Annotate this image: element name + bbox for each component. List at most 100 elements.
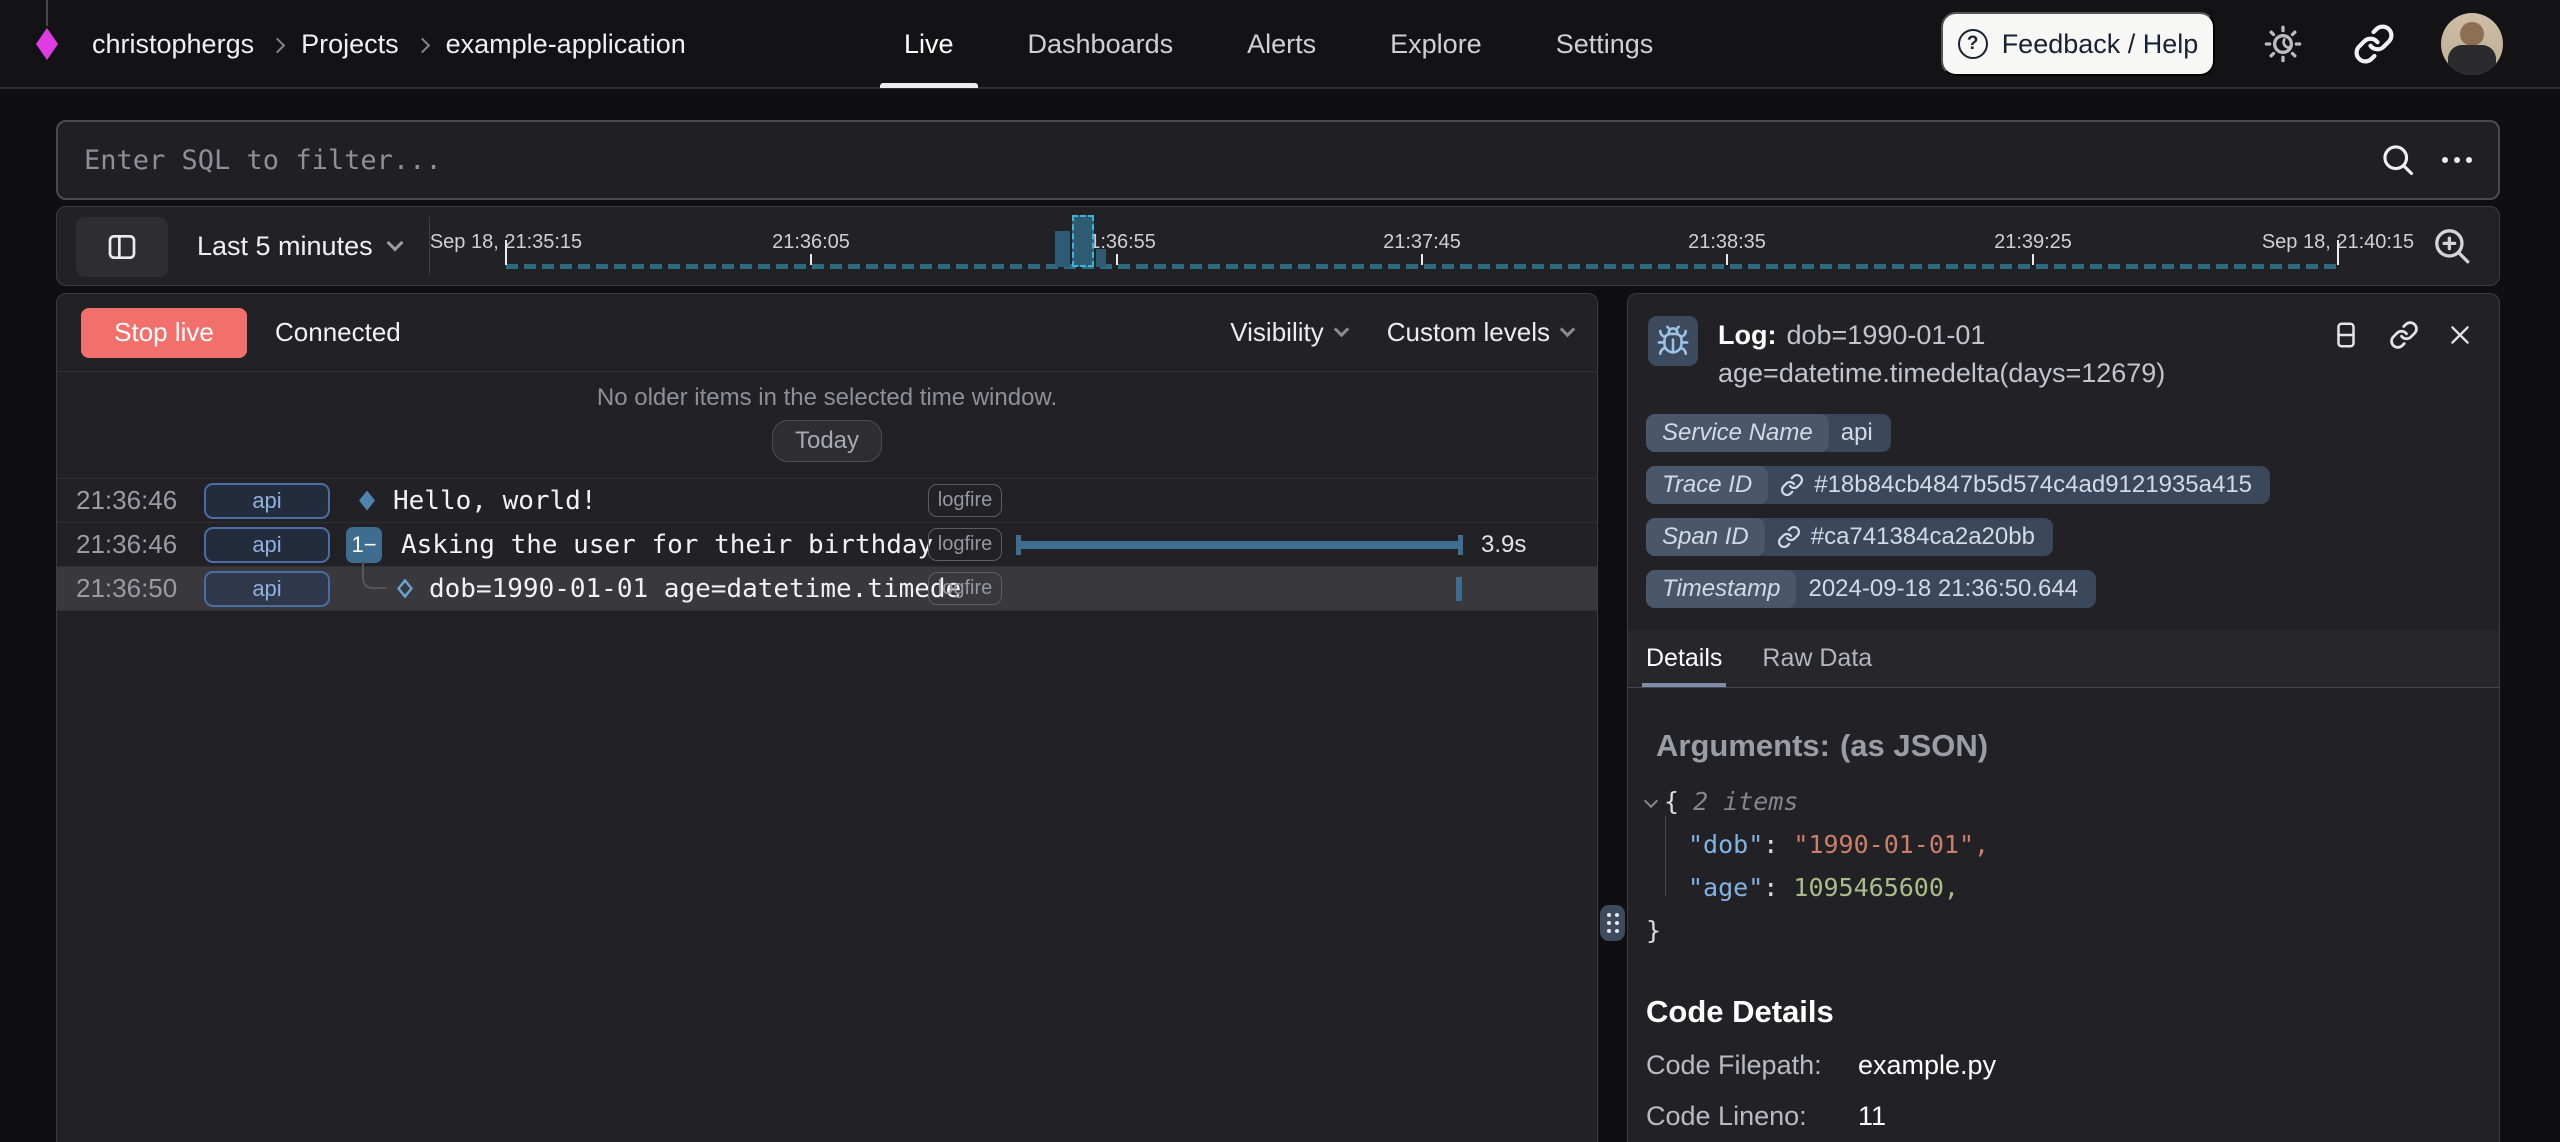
time-range-label: Last 5 minutes: [197, 231, 373, 262]
attr-label: Timestamp: [1646, 570, 1796, 608]
code-lineno-row: Code Lineno: 11: [1628, 1081, 2499, 1132]
log-message: Hello, world!: [393, 486, 597, 516]
histogram-bar[interactable]: [1055, 231, 1070, 267]
sql-filter-input[interactable]: [58, 145, 2380, 176]
search-icon[interactable]: [2380, 142, 2416, 178]
avatar-head: [2460, 22, 2484, 46]
link-icon: [1777, 525, 1801, 549]
visibility-dropdown[interactable]: Visibility: [1230, 317, 1346, 348]
timestamp-pill[interactable]: Timestamp 2024-09-18 21:36:50.644: [1646, 570, 2096, 608]
attr-value: #ca741384ca2a20bb: [1765, 523, 2053, 551]
duration-tick: [1456, 577, 1462, 601]
tab-settings[interactable]: Settings: [1556, 0, 1654, 88]
link-icon: [1780, 473, 1804, 497]
json-entry: "age": 1095465600,: [1646, 866, 2499, 909]
more-options-icon[interactable]: [2442, 157, 2472, 163]
attr-value: #18b84cb4847b5d574c4ad9121935a415: [1768, 471, 2270, 499]
feedback-help-button[interactable]: ? Feedback / Help: [1941, 12, 2215, 76]
visibility-label: Visibility: [1230, 317, 1323, 348]
json-indent-guide: [1665, 816, 1666, 896]
service-badge[interactable]: api: [204, 527, 330, 563]
code-lineno-label: Code Lineno:: [1646, 1101, 1858, 1132]
log-diamond-icon: [397, 579, 413, 599]
breadcrumb-projects[interactable]: Projects: [301, 29, 399, 60]
log-row[interactable]: 21:36:46 api Hello, world! logfire: [57, 479, 1597, 523]
json-open-line[interactable]: {2 items: [1646, 780, 2499, 823]
breadcrumb-project-name[interactable]: example-application: [446, 29, 686, 60]
tab-alerts[interactable]: Alerts: [1247, 0, 1316, 88]
collapse-caret-icon[interactable]: [1644, 794, 1658, 808]
code-details-heading: Code Details: [1628, 952, 2499, 1030]
nav-tabs: Live Dashboards Alerts Explore Settings: [904, 0, 1653, 88]
code-filepath-label: Code Filepath:: [1646, 1050, 1858, 1081]
service-badge[interactable]: api: [204, 483, 330, 519]
timeline-tick-label: 21:36:05: [772, 231, 850, 254]
breadcrumb-org[interactable]: christophergs: [92, 29, 254, 60]
top-nav: christophergs Projects example-applicati…: [0, 0, 2560, 89]
tab-raw-data[interactable]: Raw Data: [1762, 644, 1872, 687]
tab-live[interactable]: Live: [904, 0, 954, 88]
attr-value: 2024-09-18 21:36:50.644: [1796, 575, 2096, 603]
sql-filter-bar: [56, 120, 2500, 200]
logfire-logo-icon[interactable]: [36, 28, 58, 60]
timeline-tick-label: 21:39:25: [1994, 231, 2072, 254]
breadcrumb-separator-icon: [414, 37, 430, 53]
share-link-icon[interactable]: [2352, 22, 2396, 66]
split-panel-icon[interactable]: [2331, 320, 2361, 350]
code-filepath-row: Code Filepath: example.py: [1628, 1030, 2499, 1081]
attr-label: Span ID: [1646, 518, 1765, 556]
question-circle-icon: ?: [1958, 29, 1988, 59]
details-header: Log:dob=1990-01-01 age=datetime.timedelt…: [1628, 294, 2499, 392]
histogram-bar-selected[interactable]: [1072, 215, 1094, 267]
span-id-pill[interactable]: Span ID #ca741384ca2a20bb: [1646, 518, 2053, 556]
timeline-tick-mark: [2032, 254, 2034, 265]
today-button[interactable]: Today: [772, 420, 882, 462]
logfire-tag[interactable]: logfire: [928, 572, 1002, 605]
log-row-selected[interactable]: 21:36:50 api dob=1990-01-01 age=datetime…: [57, 567, 1597, 611]
live-panel-header: Stop live Connected Visibility Custom le…: [57, 294, 1597, 372]
timeline-tick-mark: [1421, 254, 1423, 265]
log-details-panel: Log:dob=1990-01-01 age=datetime.timedelt…: [1627, 293, 2500, 1142]
code-filepath-value[interactable]: example.py: [1858, 1050, 1996, 1081]
time-range-dropdown[interactable]: Last 5 minutes: [197, 207, 401, 285]
logfire-tag[interactable]: logfire: [928, 484, 1002, 517]
chevron-down-icon: [1333, 322, 1349, 338]
breadcrumb: christophergs Projects example-applicati…: [92, 0, 686, 88]
close-icon[interactable]: [2447, 322, 2473, 348]
attribute-pills: Service Name api Trace ID #18b84cb4847b5…: [1628, 392, 2499, 608]
theme-toggle-icon[interactable]: [2261, 22, 2305, 66]
log-message: dob=1990-01-01 age=datetime.timede: [429, 574, 961, 604]
logfire-app: christophergs Projects example-applicati…: [0, 0, 2560, 1142]
copy-link-icon[interactable]: [2389, 320, 2419, 350]
json-close-line: }: [1646, 909, 2499, 952]
custom-levels-dropdown[interactable]: Custom levels: [1387, 317, 1573, 348]
code-lineno-value: 11: [1858, 1101, 1886, 1132]
user-avatar[interactable]: [2441, 13, 2503, 75]
panel-resize-handle[interactable]: [1600, 905, 1625, 941]
log-time: 21:36:50: [76, 573, 177, 604]
service-name-pill[interactable]: Service Name api: [1646, 414, 1891, 452]
empty-window-block: No older items in the selected time wind…: [57, 372, 1597, 479]
span-row[interactable]: 21:36:46 api 1− Asking the user for thei…: [57, 523, 1597, 567]
tab-details[interactable]: Details: [1646, 644, 1722, 687]
duration-bar: [1016, 541, 1463, 549]
connection-status: Connected: [275, 317, 401, 348]
span-message: Asking the user for their birthday: [401, 530, 933, 560]
tab-dashboards[interactable]: Dashboards: [1028, 0, 1174, 88]
details-title: Log:dob=1990-01-01 age=datetime.timedelt…: [1718, 316, 2325, 392]
debug-level-icon: [1648, 316, 1698, 366]
service-badge[interactable]: api: [204, 571, 330, 607]
log-time: 21:36:46: [76, 485, 177, 516]
duration-label: 3.9s: [1481, 531, 1526, 559]
logfire-tag[interactable]: logfire: [928, 528, 1002, 561]
stop-live-button[interactable]: Stop live: [81, 308, 247, 358]
zoom-in-icon[interactable]: [2431, 225, 2473, 267]
histogram-bar[interactable]: [1096, 249, 1106, 267]
timeline-tick-label: 21:37:45: [1383, 231, 1461, 254]
timeline-tick-mark: [1116, 254, 1118, 265]
collapse-toggle[interactable]: 1−: [346, 527, 382, 563]
log-diamond-icon: [359, 491, 375, 511]
tab-explore[interactable]: Explore: [1390, 0, 1482, 88]
sidebar-toggle-button[interactable]: [76, 217, 168, 277]
trace-id-pill[interactable]: Trace ID #18b84cb4847b5d574c4ad9121935a4…: [1646, 466, 2270, 504]
